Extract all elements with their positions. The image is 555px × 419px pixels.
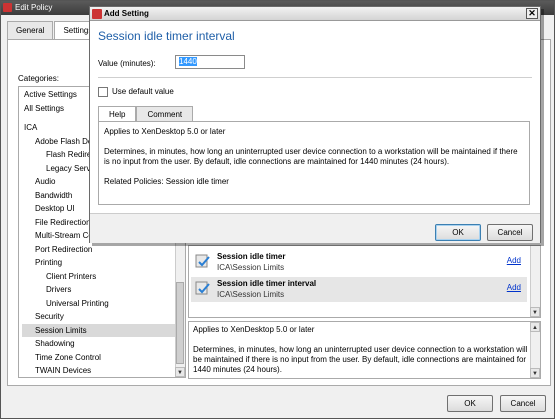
ok-button[interactable]: OK — [447, 395, 493, 412]
cancel-button[interactable]: Cancel — [487, 224, 533, 241]
edit-policy-title: Edit Policy — [15, 3, 53, 12]
settings-scrollbar[interactable]: ▼ — [530, 246, 540, 317]
scroll-down-icon[interactable]: ▼ — [530, 307, 540, 317]
setting-name: Session idle timer interval — [217, 279, 317, 288]
app-icon — [3, 3, 12, 12]
cancel-button[interactable]: Cancel — [500, 395, 546, 412]
dialog-titlebar[interactable]: Add Setting ✕ — [90, 7, 540, 21]
category-item[interactable]: Universal Printing — [22, 297, 176, 311]
app-icon — [92, 9, 102, 19]
value-input[interactable]: 1440 — [175, 55, 245, 69]
settings-list: Session idle timer ICA\Session Limits Ad… — [188, 245, 541, 318]
help-tabs: Help Comment — [98, 106, 194, 122]
scroll-thumb[interactable] — [176, 282, 184, 364]
scroll-down-icon[interactable]: ▼ — [530, 368, 540, 378]
dialog-footer: OK Cancel — [90, 213, 540, 243]
description-scrollbar[interactable]: ▲ ▼ — [530, 322, 540, 378]
setting-icon — [195, 254, 210, 268]
use-default-checkbox[interactable] — [98, 87, 108, 97]
help-content: Applies to XenDesktop 5.0 or later Deter… — [98, 121, 530, 205]
setting-path: ICA\Session Limits — [217, 263, 285, 272]
dialog-title: Add Setting — [104, 9, 149, 18]
scroll-down-icon[interactable]: ▼ — [175, 367, 185, 377]
category-item[interactable]: Security — [22, 310, 176, 324]
category-item[interactable]: TWAIN Devices — [22, 364, 176, 377]
description-body: Determines, in minutes, how long an unin… — [193, 345, 528, 374]
category-item[interactable]: Time Zone Control — [22, 351, 176, 365]
tab-comment[interactable]: Comment — [136, 106, 194, 122]
category-item[interactable]: Shadowing — [22, 337, 176, 351]
description-applies: Applies to XenDesktop 5.0 or later — [193, 325, 315, 334]
setting-path: ICA\Session Limits — [217, 290, 285, 299]
category-item[interactable]: Printing — [22, 256, 176, 270]
setting-name: Session idle timer — [217, 252, 286, 261]
category-item[interactable]: Session Limits — [22, 323, 176, 337]
setting-description: Applies to XenDesktop 5.0 or later Deter… — [188, 321, 541, 379]
help-related: Related Policies: Session idle timer — [104, 177, 229, 186]
categories-label: Categories: — [18, 74, 59, 83]
add-link[interactable]: Add — [507, 283, 521, 292]
setting-row[interactable]: Session idle timer ICA\Session Limits Ad… — [191, 250, 527, 275]
category-item[interactable]: Client Printers — [22, 270, 176, 284]
setting-heading: Session idle timer interval — [98, 29, 235, 43]
category-item[interactable]: Drivers — [22, 283, 176, 297]
tab-help[interactable]: Help — [98, 106, 137, 122]
setting-row[interactable]: Session idle timer interval ICA\Session … — [191, 277, 527, 302]
add-setting-dialog: Add Setting ✕ Session idle timer interva… — [89, 6, 541, 243]
help-applies: Applies to XenDesktop 5.0 or later — [104, 127, 226, 136]
value-text: 1440 — [179, 57, 197, 66]
use-default-label: Use default value — [112, 87, 174, 96]
tab-general[interactable]: General — [7, 21, 54, 39]
value-label: Value (minutes): — [98, 59, 156, 68]
ok-button[interactable]: OK — [435, 224, 481, 241]
help-body: Determines, in minutes, how long an unin… — [104, 147, 518, 166]
close-icon[interactable]: ✕ — [526, 8, 538, 19]
scroll-up-icon[interactable]: ▲ — [530, 322, 540, 332]
divider — [98, 77, 532, 78]
add-link[interactable]: Add — [507, 256, 521, 265]
setting-icon — [195, 281, 210, 295]
